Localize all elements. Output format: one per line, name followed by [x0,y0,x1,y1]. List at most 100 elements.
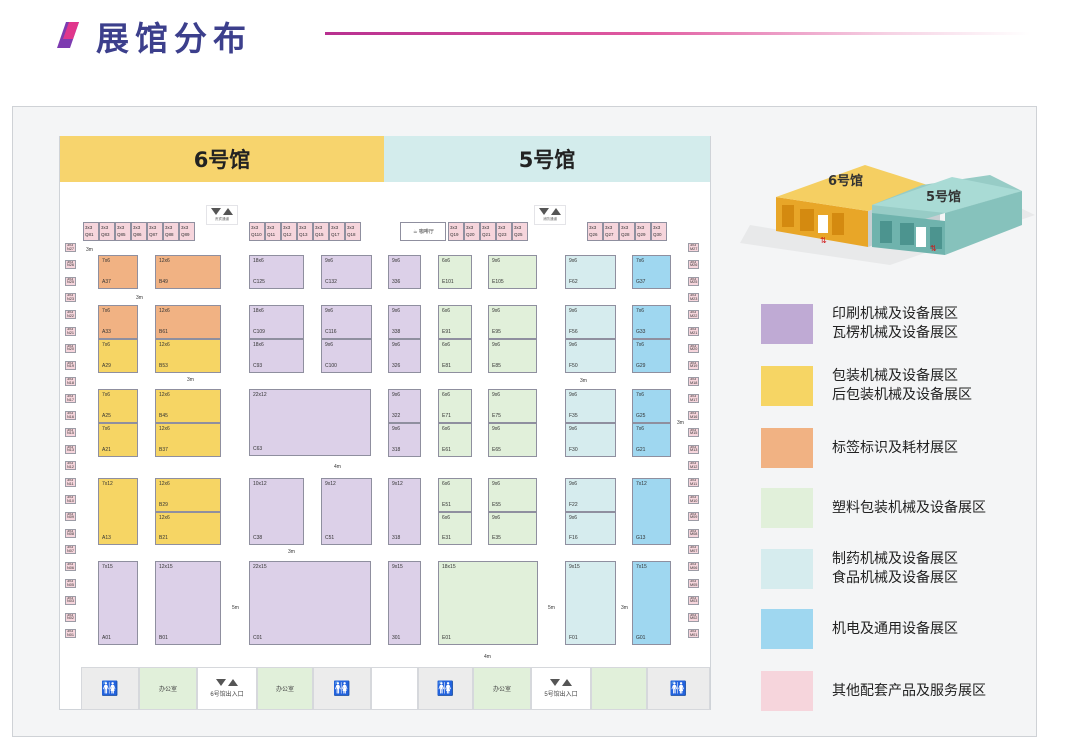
booth-322[interactable]: 9x6 322 [388,389,421,423]
side-booth[interactable]: 3x3 M18 [688,377,699,387]
booth-A01[interactable]: 7x15 A01 [98,561,138,645]
side-booth[interactable]: 3x3 N09 [65,511,76,521]
booth-B21[interactable]: 12x6 B21 [155,512,221,545]
top-booth[interactable]: 3x3 Q28 [619,222,635,241]
side-booth[interactable]: 3x3 N18 [65,377,76,387]
hall-6-entrance[interactable]: 6号馆出入口 [197,667,257,710]
booth-A25[interactable]: 7x6 A25 [98,389,138,423]
side-booth[interactable]: 3x3 M06 [688,562,699,572]
side-booth[interactable]: 3x3 N02 [65,612,76,622]
booth-E31[interactable]: 6x6 E31 [438,512,472,545]
booth-F16[interactable]: 9x6 F16 [565,512,616,545]
side-booth[interactable]: 3x3 M20 [688,343,699,353]
top-booth[interactable]: 3x3 Q19 [448,222,464,241]
booth-338[interactable]: 9x6 338 [388,305,421,339]
side-booth[interactable]: 3x3 M02 [688,612,699,622]
side-booth[interactable]: 3x3 M08 [688,528,699,538]
top-booth[interactable]: 3x3 Q85 [115,222,131,241]
top-booth[interactable]: 3x3 Q83 [99,222,115,241]
booth-C38[interactable]: 10x12 C38 [249,478,304,545]
booth-G33[interactable]: 7x6 G33 [632,305,671,339]
side-booth[interactable]: 3x3 M21 [688,327,699,336]
top-booth[interactable]: 3x3 Q29 [635,222,651,241]
booth-C01[interactable]: 22x15 C01 [249,561,371,645]
side-booth[interactable]: 3x3 N12 [65,461,76,471]
booth-E105[interactable]: 9x6 E105 [488,255,537,289]
booth-E85[interactable]: 9x6 E85 [488,339,537,373]
side-booth[interactable]: 3x3 M17 [688,394,699,404]
booth-A37[interactable]: 7x6 A37 [98,255,138,289]
side-booth[interactable]: 3x3 M16 [688,411,699,420]
booth-E101[interactable]: 6x6 E101 [438,255,472,289]
booth-F50[interactable]: 9x6 F50 [565,339,616,373]
side-booth[interactable]: 3x3 N20 [65,343,76,353]
booth-B29[interactable]: 12x6 B29 [155,478,221,512]
side-booth[interactable]: 3x3 N21 [65,327,76,336]
side-booth[interactable]: 3x3 M19 [688,360,699,370]
booth-F22[interactable]: 9x6 F22 [565,478,616,512]
booth-B61[interactable]: 12x6 B61 [155,305,221,339]
side-booth[interactable]: 3x3 N17 [65,394,76,404]
booth-E51[interactable]: 6x6 E51 [438,478,472,512]
booth-C125[interactable]: 18x6 C125 [249,255,304,289]
top-booth[interactable]: 3x3 Q110 [249,222,265,241]
booth-E91[interactable]: 6x6 E91 [438,305,472,339]
side-booth[interactable]: 3x3 M09 [688,511,699,521]
side-booth[interactable]: 3x3 N27 [65,243,76,252]
top-booth[interactable]: 3x3 Q25 [512,222,528,241]
booth-318[interactable]: 9x12 318 [388,478,421,545]
top-booth[interactable]: 3x3 Q15 [313,222,329,241]
side-booth[interactable]: 3x3 N07 [65,545,76,555]
side-booth[interactable]: 3x3 N22 [65,310,76,320]
booth-A13[interactable]: 7x12 A13 [98,478,138,545]
side-booth[interactable]: 3x3 M11 [688,478,699,488]
booth-F35[interactable]: 9x6 F35 [565,389,616,423]
side-booth[interactable]: 3x3 M25 [688,276,699,286]
booth-318[interactable]: 9x6 318 [388,423,421,457]
top-booth[interactable]: 3x3 Q87 [147,222,163,241]
top-booth[interactable]: 3x3 Q23 [496,222,512,241]
booth-E71[interactable]: 6x6 E71 [438,389,472,423]
booth-A21[interactable]: 7x6 A21 [98,423,138,457]
side-booth[interactable]: 3x3 M03 [688,595,699,605]
booth-336[interactable]: 9x6 336 [388,255,421,289]
booth-G25[interactable]: 7x6 G25 [632,389,671,423]
top-booth[interactable]: 3x3 Q86 [131,222,147,241]
top-booth[interactable]: 3x3 Q26 [587,222,603,241]
side-booth[interactable]: 3x3 M12 [688,461,699,471]
side-booth[interactable]: 3x3 M01 [688,629,699,639]
side-booth[interactable]: 3x3 N10 [65,495,76,504]
booth-G01[interactable]: 7x15 G01 [632,561,671,645]
booth-E35[interactable]: 9x6 E35 [488,512,537,545]
side-booth[interactable]: 3x3 N13 [65,444,76,454]
booth-E75[interactable]: 9x6 E75 [488,389,537,423]
top-booth[interactable]: 3x3 Q81 [83,222,99,241]
booth-E01[interactable]: 18x15 E01 [438,561,538,645]
booth-G13[interactable]: 7x12 G13 [632,478,671,545]
booth-F30[interactable]: 9x6 F30 [565,423,616,457]
booth-E65[interactable]: 9x6 E65 [488,423,537,457]
side-booth[interactable]: 3x3 N01 [65,629,76,639]
booth-C63[interactable]: 22x12 C63 [249,389,371,456]
side-booth[interactable]: 3x3 M26 [688,259,699,269]
top-booth[interactable]: 3x3 Q13 [297,222,313,241]
side-booth[interactable]: 3x3 N25 [65,276,76,286]
top-booth[interactable]: 3x3 Q20 [464,222,480,241]
side-booth[interactable]: 3x3 M13 [688,444,699,454]
side-booth[interactable]: 3x3 N03 [65,595,76,605]
side-booth[interactable]: 3x3 N19 [65,360,76,370]
side-booth[interactable]: 3x3 N06 [65,562,76,572]
booth-B45[interactable]: 12x6 B45 [155,389,221,423]
side-booth[interactable]: 3x3 M15 [688,427,699,437]
booth-E61[interactable]: 6x6 E61 [438,423,472,457]
top-booth[interactable]: 3x3 Q30 [651,222,667,241]
side-booth[interactable]: 3x3 M07 [688,545,699,555]
side-booth[interactable]: 3x3 M22 [688,310,699,320]
booth-C93[interactable]: 18x6 C93 [249,339,304,373]
booth-301[interactable]: 9x15 301 [388,561,421,645]
top-booth[interactable]: 3x3 Q18 [345,222,361,241]
side-booth[interactable]: 3x3 N11 [65,478,76,488]
booth-C51[interactable]: 9x12 C51 [321,478,372,545]
side-booth[interactable]: 3x3 M23 [688,293,699,303]
booth-G37[interactable]: 7x6 G37 [632,255,671,289]
